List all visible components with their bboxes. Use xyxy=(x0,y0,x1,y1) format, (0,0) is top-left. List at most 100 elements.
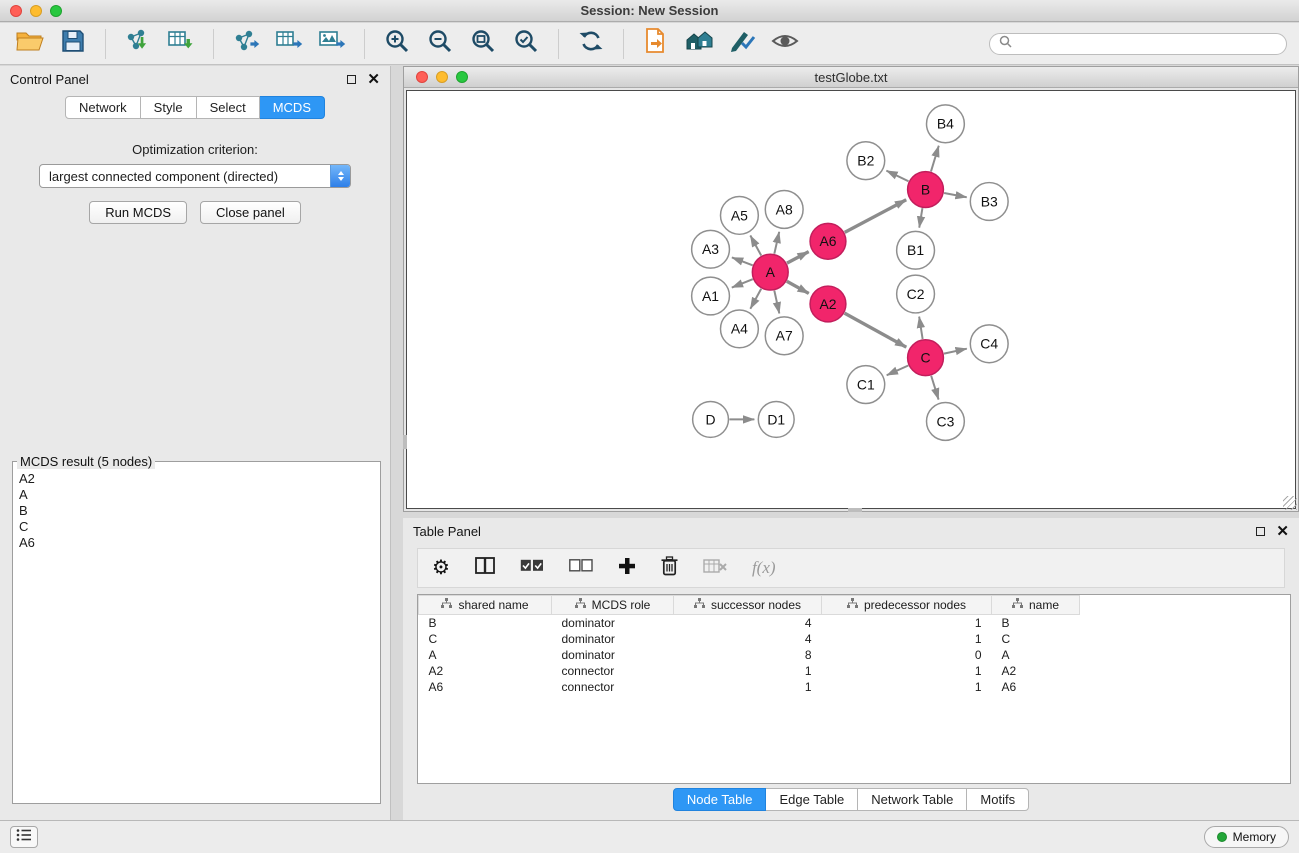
table-cell[interactable]: C xyxy=(419,631,552,647)
graph-edge-A6-B[interactable] xyxy=(845,200,907,233)
table-cell[interactable]: dominator xyxy=(552,615,674,632)
import-table-button[interactable] xyxy=(163,27,199,61)
graph-node-B[interactable]: B xyxy=(908,172,944,208)
graph-edge-A-A1[interactable] xyxy=(732,279,753,287)
tab-node-table[interactable]: Node Table xyxy=(673,788,767,811)
table-row[interactable]: Cdominator41C xyxy=(419,631,1291,647)
close-panel-icon[interactable]: ✕ xyxy=(367,72,380,87)
zoom-selected-button[interactable] xyxy=(508,27,544,61)
tab-motifs[interactable]: Motifs xyxy=(967,788,1029,811)
select-all-icon[interactable] xyxy=(520,559,544,577)
delete-table-icon[interactable] xyxy=(703,558,727,579)
table-cell[interactable]: 1 xyxy=(674,663,822,679)
graph-node-C4[interactable]: C4 xyxy=(970,325,1008,363)
graph-node-C[interactable]: C xyxy=(908,340,944,376)
table-cell[interactable]: B xyxy=(992,615,1080,632)
apply-layout-button[interactable] xyxy=(573,27,609,61)
mcds-result-item[interactable]: A2 xyxy=(19,471,380,487)
column-header-shared-name[interactable]: shared name xyxy=(419,596,552,615)
table-cell[interactable]: connector xyxy=(552,679,674,695)
table-cell[interactable]: A2 xyxy=(419,663,552,679)
graph-node-C3[interactable]: C3 xyxy=(927,403,965,441)
table-cell[interactable]: 8 xyxy=(674,647,822,663)
table-cell[interactable]: 4 xyxy=(674,615,822,632)
graph-node-B1[interactable]: B1 xyxy=(897,231,935,269)
graph-node-D1[interactable]: D1 xyxy=(758,402,794,438)
column-header-MCDS-role[interactable]: MCDS role xyxy=(552,596,674,615)
network-canvas[interactable]: B4B2BB3A5A8A6A3B1AC2A1A2A4A7C4CC1DD1C3 xyxy=(406,90,1296,509)
graph-node-A4[interactable]: A4 xyxy=(720,310,758,348)
zoom-fit-button[interactable] xyxy=(465,27,501,61)
table-cell[interactable]: 4 xyxy=(674,631,822,647)
split-columns-icon[interactable] xyxy=(475,557,495,579)
table-cell[interactable]: 1 xyxy=(822,615,992,632)
graph-node-A1[interactable]: A1 xyxy=(692,277,730,315)
graph-edge-B-B4[interactable] xyxy=(931,146,939,172)
run-mcds-button[interactable]: Run MCDS xyxy=(89,201,187,224)
graph-node-C1[interactable]: C1 xyxy=(847,366,885,404)
graph-edge-B-B3[interactable] xyxy=(944,193,967,197)
table-cell[interactable]: 1 xyxy=(822,663,992,679)
graph-node-A6[interactable]: A6 xyxy=(810,223,846,259)
minimize-window-button[interactable] xyxy=(30,5,42,17)
table-cell[interactable]: 1 xyxy=(674,679,822,695)
trash-icon[interactable] xyxy=(661,556,678,581)
export-image-button[interactable] xyxy=(314,27,350,61)
add-row-icon[interactable] xyxy=(618,557,636,580)
network-zoom-button[interactable] xyxy=(456,71,468,83)
graph-edge-C-C1[interactable] xyxy=(887,365,909,375)
zoom-in-button[interactable] xyxy=(379,27,415,61)
graph-node-A3[interactable]: A3 xyxy=(692,230,730,268)
graph-edge-A-A6[interactable] xyxy=(787,252,809,264)
table-settings-gear-icon[interactable]: ⚙ xyxy=(432,558,450,578)
graph-edge-C-C3[interactable] xyxy=(931,376,938,400)
table-cell[interactable]: dominator xyxy=(552,631,674,647)
table-cell[interactable]: A xyxy=(419,647,552,663)
home-tool-button[interactable] xyxy=(681,27,717,61)
graph-edge-B-B2[interactable] xyxy=(886,171,908,182)
graph-node-B4[interactable]: B4 xyxy=(927,105,965,143)
function-builder-icon[interactable]: f(x) xyxy=(752,558,776,578)
graph-node-B3[interactable]: B3 xyxy=(970,183,1008,221)
table-cell[interactable]: A xyxy=(992,647,1080,663)
table-row[interactable]: Bdominator41B xyxy=(419,615,1291,632)
save-session-button[interactable] xyxy=(55,27,91,61)
network-minimize-button[interactable] xyxy=(436,71,448,83)
tab-network[interactable]: Network xyxy=(65,96,141,119)
table-row[interactable]: Adominator80A xyxy=(419,647,1291,663)
table-row[interactable]: A6connector11A6 xyxy=(419,679,1291,695)
graph-node-A8[interactable]: A8 xyxy=(765,191,803,229)
deselect-all-icon[interactable] xyxy=(569,559,593,577)
table-cell[interactable]: C xyxy=(992,631,1080,647)
mcds-result-item[interactable]: B xyxy=(19,503,380,519)
open-session-button[interactable] xyxy=(12,27,48,61)
tab-select[interactable]: Select xyxy=(197,96,260,119)
graph-node-A[interactable]: A xyxy=(752,254,788,290)
style-check-button[interactable] xyxy=(724,27,760,61)
graph-edge-B-B1[interactable] xyxy=(919,208,922,228)
table-cell[interactable]: B xyxy=(419,615,552,632)
memory-button[interactable]: Memory xyxy=(1204,826,1289,848)
graph-edge-C-C4[interactable] xyxy=(944,349,967,354)
graph-node-D[interactable]: D xyxy=(693,402,729,438)
import-network-button[interactable] xyxy=(120,27,156,61)
table-cell[interactable]: A2 xyxy=(992,663,1080,679)
graph-edge-A2-C[interactable] xyxy=(845,313,907,347)
export-network-button[interactable] xyxy=(228,27,264,61)
table-cell[interactable]: dominator xyxy=(552,647,674,663)
mcds-result-item[interactable]: A xyxy=(19,487,380,503)
table-cell[interactable]: 1 xyxy=(822,679,992,695)
close-panel-button[interactable]: Close panel xyxy=(200,201,301,224)
network-window-titlebar[interactable]: testGlobe.txt xyxy=(404,67,1298,88)
mcds-result-item[interactable]: A6 xyxy=(19,535,380,551)
graph-node-B2[interactable]: B2 xyxy=(847,142,885,180)
graph-edge-A-A7[interactable] xyxy=(774,291,779,314)
mcds-result-item[interactable]: C xyxy=(19,519,380,535)
zoom-window-button[interactable] xyxy=(50,5,62,17)
column-header-predecessor-nodes[interactable]: predecessor nodes xyxy=(822,596,992,615)
graph-edge-A-A4[interactable] xyxy=(750,289,761,309)
optimization-criterion-select[interactable]: largest connected component (directed) xyxy=(39,164,351,188)
tab-mcds[interactable]: MCDS xyxy=(260,96,325,119)
table-cell[interactable]: A6 xyxy=(992,679,1080,695)
tab-network-table[interactable]: Network Table xyxy=(858,788,967,811)
